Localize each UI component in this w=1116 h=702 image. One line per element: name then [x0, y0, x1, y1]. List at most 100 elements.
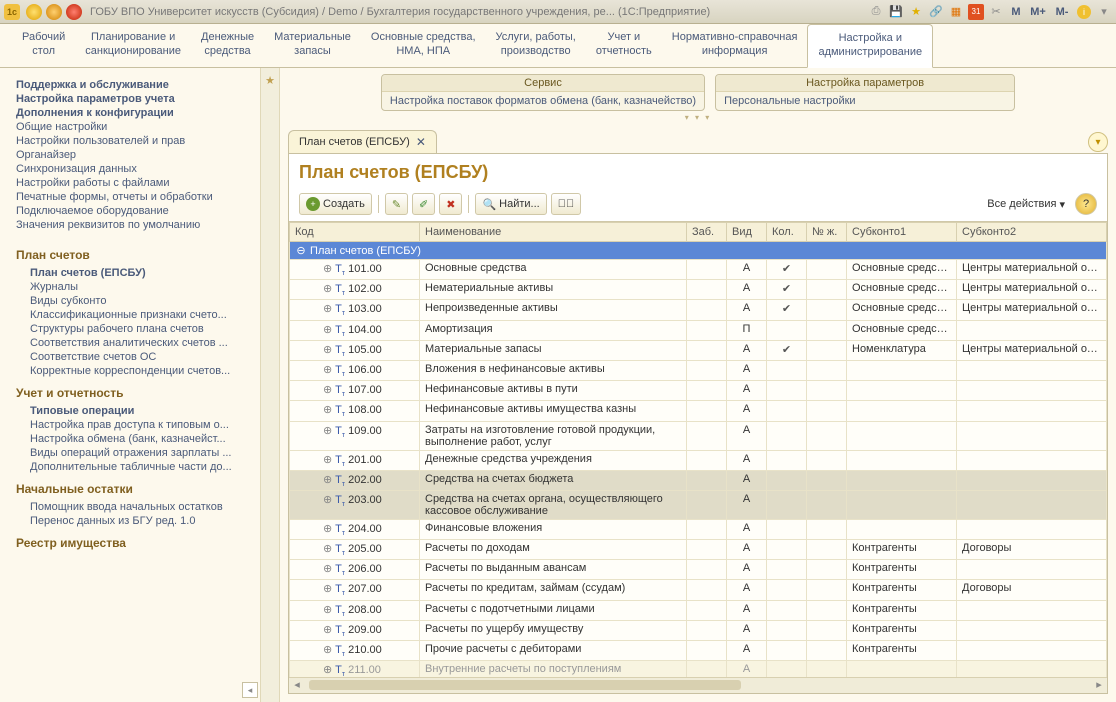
sidebar-item[interactable]: Настройка прав доступа к типовым о... — [16, 418, 252, 432]
sidebar-item[interactable]: Значения реквизитов по умолчанию — [16, 218, 252, 232]
table-row[interactable]: ⊕ Tт 108.00Нефинансовые активы имущества… — [290, 401, 1107, 421]
nav-tab[interactable]: Настройка иадминистрирование — [807, 24, 933, 68]
find-button[interactable]: 🔍Найти... — [475, 193, 546, 215]
link-icon[interactable]: 🔗 — [928, 4, 944, 20]
save-icon[interactable]: 💾 — [888, 4, 904, 20]
table-row[interactable]: ⊕ Tт 204.00Финансовые вложенияА — [290, 519, 1107, 539]
expand-section-button[interactable]: ▾ — [1088, 132, 1108, 152]
star-icon[interactable]: ★ — [265, 75, 275, 87]
nav-tab[interactable]: Учет иотчетность — [586, 24, 662, 67]
column-header[interactable]: Вид — [727, 223, 767, 242]
scroll-left-icon[interactable]: ◂ — [289, 678, 305, 693]
sidebar-item[interactable]: Настройка обмена (банк, казначейст... — [16, 432, 252, 446]
table-row[interactable]: ⊕ Tт 105.00Материальные запасыА✔Номенкла… — [290, 340, 1107, 360]
sidebar-item[interactable]: Корректные корреспонденции счетов... — [16, 364, 252, 378]
grip-icon[interactable]: ▾ ▾ ▾ — [280, 113, 1116, 122]
all-actions-button[interactable]: Все действия ▾ — [981, 193, 1071, 215]
sidebar-collapse-button[interactable]: ◂ — [242, 682, 258, 698]
calendar-icon[interactable]: 31 — [968, 4, 984, 20]
print-icon[interactable]: ⎙ — [868, 4, 884, 20]
table-row[interactable]: ⊕ Tт 206.00Расчеты по выданным авансамАК… — [290, 560, 1107, 580]
column-header[interactable]: № ж. — [807, 223, 847, 242]
sidebar-item[interactable]: Журналы — [16, 280, 252, 294]
column-header[interactable]: Заб. — [687, 223, 727, 242]
nav-tab[interactable]: Рабочийстол — [12, 24, 75, 67]
sidebar-item[interactable]: Типовые операции — [16, 404, 252, 418]
copy-button[interactable]: ✎ — [385, 193, 408, 215]
sidebar-item[interactable]: Перенос данных из БГУ ред. 1.0 — [16, 514, 252, 528]
service-link[interactable]: Настройка поставок форматов обмена (банк… — [382, 92, 704, 110]
dropdown-icon[interactable]: ▾ — [1096, 4, 1112, 20]
clear-find-button[interactable]: 🔍⃠ — [551, 193, 582, 215]
sidebar-item[interactable]: Соответствие счетов ОС — [16, 350, 252, 364]
m-plus-button[interactable]: M+ — [1028, 4, 1048, 20]
edit-button[interactable]: ✐ — [412, 193, 435, 215]
sidebar-heading: Начальные остатки — [16, 482, 252, 496]
table-header-row[interactable]: ⊖ План счетов (ЕПСБУ) — [290, 242, 1107, 260]
table-row[interactable]: ⊕ Tт 103.00Непроизведенные активыА✔Основ… — [290, 300, 1107, 320]
window-close-icon[interactable] — [66, 4, 82, 20]
scroll-right-icon[interactable]: ▸ — [1091, 678, 1107, 693]
table-row[interactable]: ⊕ Tт 101.00Основные средстваА✔Основные с… — [290, 260, 1107, 280]
sidebar-item[interactable]: Соответствия аналитических счетов ... — [16, 336, 252, 350]
sidebar-item[interactable]: Общие настройки — [16, 120, 252, 134]
sidebar-item[interactable]: Дополнения к конфигурации — [16, 106, 252, 120]
table-row[interactable]: ⊕ Tт 107.00Нефинансовые активы в путиА — [290, 381, 1107, 401]
sidebar-item[interactable]: Органайзер — [16, 148, 252, 162]
delete-button[interactable]: ✖ — [439, 193, 462, 215]
table-row[interactable]: ⊕ Tт 209.00Расчеты по ущербу имуществуАК… — [290, 620, 1107, 640]
nav-tab[interactable]: Нормативно-справочнаяинформация — [662, 24, 808, 67]
table-row[interactable]: ⊕ Tт 106.00Вложения в нефинансовые актив… — [290, 360, 1107, 380]
column-header[interactable]: Кол. — [767, 223, 807, 242]
create-button[interactable]: +Создать — [299, 193, 372, 215]
nav-tab[interactable]: Основные средства,НМА, НПА — [361, 24, 486, 67]
column-header[interactable]: Наименование — [420, 223, 687, 242]
nav-tab[interactable]: Планирование исанкционирование — [75, 24, 191, 67]
sidebar-item[interactable]: Структуры рабочего плана счетов — [16, 322, 252, 336]
nav-tab[interactable]: Материальныезапасы — [264, 24, 361, 67]
favorite-icon[interactable]: ★ — [908, 4, 924, 20]
table-row[interactable]: ⊕ Tт 102.00Нематериальные активыА✔Основн… — [290, 280, 1107, 300]
sidebar-item[interactable]: Виды субконто — [16, 294, 252, 308]
calculator-icon[interactable]: ▦ — [948, 4, 964, 20]
service-link[interactable]: Персональные настройки — [716, 92, 1014, 110]
nav-tab[interactable]: Услуги, работы,производство — [486, 24, 586, 67]
sidebar-item[interactable]: Настройки пользователей и прав — [16, 134, 252, 148]
m-minus-button[interactable]: M- — [1052, 4, 1072, 20]
table-row[interactable]: ⊕ Tт 203.00Средства на счетах органа, ос… — [290, 490, 1107, 519]
table-row[interactable]: ⊕ Tт 208.00Расчеты с подотчетными лицами… — [290, 600, 1107, 620]
close-tab-icon[interactable]: ✕ — [416, 135, 426, 149]
nav-tab[interactable]: Денежныесредства — [191, 24, 264, 67]
sidebar-item[interactable]: Синхронизация данных — [16, 162, 252, 176]
table-row[interactable]: ⊕ Tт 205.00Расчеты по доходамАКонтрагент… — [290, 540, 1107, 560]
table-row[interactable]: ⊕ Tт 207.00Расчеты по кредитам, займам (… — [290, 580, 1107, 600]
column-header[interactable]: Субконто2 — [957, 223, 1107, 242]
m-button[interactable]: M — [1008, 4, 1024, 20]
sidebar-item[interactable]: План счетов (ЕПСБУ) — [16, 266, 252, 280]
attach-icon[interactable]: ✂ — [988, 4, 1004, 20]
sidebar-item[interactable]: Печатные формы, отчеты и обработки — [16, 190, 252, 204]
sidebar-item[interactable]: Подключаемое оборудование — [16, 204, 252, 218]
table-row[interactable]: ⊕ Tт 210.00Прочие расчеты с дебиторамиАК… — [290, 641, 1107, 661]
help-button[interactable]: ? — [1075, 193, 1097, 215]
table-row[interactable]: ⊕ Tт 201.00Денежные средства учрежденияА — [290, 450, 1107, 470]
sidebar-item[interactable]: Настройка параметров учета — [16, 92, 252, 106]
sidebar-item[interactable]: Поддержка и обслуживание — [16, 78, 252, 92]
info-icon[interactable]: i — [1076, 4, 1092, 20]
sidebar-item[interactable]: Классификационные признаки счето... — [16, 308, 252, 322]
accounts-grid[interactable]: КодНаименованиеЗаб.ВидКол.№ ж.Субконто1С… — [289, 221, 1107, 677]
horizontal-scrollbar[interactable]: ◂ ▸ — [289, 677, 1107, 693]
table-row[interactable]: ⊕ Tт 104.00АмортизацияПОсновные средства — [290, 320, 1107, 340]
table-row[interactable]: ⊕ Tт 202.00Средства на счетах бюджетаА — [290, 470, 1107, 490]
table-row[interactable]: ⊕ Tт 109.00Затраты на изготовление готов… — [290, 421, 1107, 450]
sidebar-item[interactable]: Настройки работы с файлами — [16, 176, 252, 190]
sidebar-item[interactable]: Дополнительные табличные части до... — [16, 460, 252, 474]
table-row[interactable]: ⊕ Tт 211.00Внутренние расчеты по поступл… — [290, 661, 1107, 677]
column-header[interactable]: Код — [290, 223, 420, 242]
sidebar-item[interactable]: Помощник ввода начальных остатков — [16, 500, 252, 514]
window-maximize-icon[interactable] — [46, 4, 62, 20]
sidebar-item[interactable]: Виды операций отражения зарплаты ... — [16, 446, 252, 460]
column-header[interactable]: Субконто1 — [847, 223, 957, 242]
window-minimize-icon[interactable] — [26, 4, 42, 20]
tab-plan-schetov[interactable]: План счетов (ЕПСБУ) ✕ — [288, 130, 437, 153]
